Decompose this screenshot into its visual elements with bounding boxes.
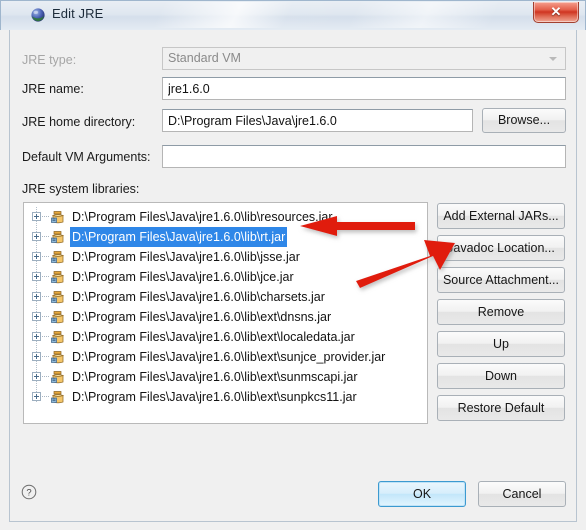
expand-plus-icon[interactable]: [32, 232, 41, 241]
tree-connector: [42, 376, 50, 377]
jre-name-label: JRE name:: [22, 82, 84, 96]
titlebar-glass-reflection: [121, 2, 541, 28]
jre-type-combo[interactable]: Standard VM: [162, 47, 566, 70]
question-mark-icon[interactable]: ?: [21, 484, 37, 500]
close-icon: ✕: [550, 4, 562, 19]
tree-connector: [42, 296, 50, 297]
edit-jre-dialog: Edit JRE ✕ JRE type: Standard VM JRE nam…: [0, 0, 586, 530]
tree-connector: [42, 236, 50, 237]
jre-type-value: Standard VM: [168, 51, 241, 65]
expand-plus-icon[interactable]: [32, 292, 41, 301]
tree-connector: [42, 356, 50, 357]
chevron-down-icon: [549, 57, 557, 61]
close-button[interactable]: ✕: [533, 2, 579, 23]
jar-file-icon: [50, 309, 66, 325]
library-tree-row[interactable]: D:\Program Files\Java\jre1.6.0\lib\ext\s…: [24, 387, 427, 407]
cancel-button[interactable]: Cancel: [478, 481, 566, 507]
expand-plus-icon[interactable]: [32, 212, 41, 221]
jre-home-directory-input[interactable]: [162, 109, 473, 132]
jar-file-icon: [50, 269, 66, 285]
tree-connector: [42, 256, 50, 257]
add-external-jars-button[interactable]: Add External JARs...: [437, 203, 565, 229]
expand-plus-icon[interactable]: [32, 372, 41, 381]
up-button[interactable]: Up: [437, 331, 565, 357]
jar-file-icon: [50, 289, 66, 305]
library-path-label: D:\Program Files\Java\jre1.6.0\lib\ext\s…: [72, 370, 358, 384]
remove-button[interactable]: Remove: [437, 299, 565, 325]
source-attachment-button[interactable]: Source Attachment...: [437, 267, 565, 293]
library-path-label: D:\Program Files\Java\jre1.6.0\lib\jce.j…: [72, 270, 294, 284]
expand-plus-icon[interactable]: [32, 272, 41, 281]
library-path-label: D:\Program Files\Java\jre1.6.0\lib\resou…: [72, 210, 333, 224]
library-tree-row[interactable]: D:\Program Files\Java\jre1.6.0\lib\ext\d…: [24, 307, 427, 327]
library-tree-row[interactable]: D:\Program Files\Java\jre1.6.0\lib\jsse.…: [24, 247, 427, 267]
tree-connector: [42, 396, 50, 397]
jar-file-icon: [50, 389, 66, 405]
library-tree-row[interactable]: D:\Program Files\Java\jre1.6.0\lib\rt.ja…: [24, 227, 427, 247]
jar-file-icon: [50, 369, 66, 385]
library-path-label: D:\Program Files\Java\jre1.6.0\lib\chars…: [72, 290, 325, 304]
library-tree-row[interactable]: D:\Program Files\Java\jre1.6.0\lib\resou…: [24, 207, 427, 227]
library-path-label: D:\Program Files\Java\jre1.6.0\lib\ext\d…: [72, 310, 332, 324]
library-path-label: D:\Program Files\Java\jre1.6.0\lib\jsse.…: [72, 250, 300, 264]
restore-default-button[interactable]: Restore Default: [437, 395, 565, 421]
library-path-label: D:\Program Files\Java\jre1.6.0\lib\rt.ja…: [70, 227, 288, 247]
jar-file-icon: [50, 329, 66, 345]
jar-file-icon: [50, 249, 66, 265]
expand-plus-icon[interactable]: [32, 332, 41, 341]
jar-file-icon: [50, 229, 66, 245]
down-button[interactable]: Down: [437, 363, 565, 389]
jre-type-label: JRE type:: [22, 53, 77, 67]
javadoc-location-button[interactable]: Javadoc Location...: [437, 235, 565, 261]
library-path-label: D:\Program Files\Java\jre1.6.0\lib\ext\s…: [72, 390, 357, 404]
java-duke-icon: [30, 7, 46, 23]
default-vm-arguments-label: Default VM Arguments:: [22, 150, 151, 164]
library-tree-row[interactable]: D:\Program Files\Java\jre1.6.0\lib\ext\l…: [24, 327, 427, 347]
library-tree-row[interactable]: D:\Program Files\Java\jre1.6.0\lib\chars…: [24, 287, 427, 307]
title-bar: Edit JRE ✕: [0, 0, 586, 30]
library-tree-row[interactable]: D:\Program Files\Java\jre1.6.0\lib\jce.j…: [24, 267, 427, 287]
jre-system-libraries-list[interactable]: D:\Program Files\Java\jre1.6.0\lib\resou…: [23, 202, 428, 424]
jre-system-libraries-label: JRE system libraries:: [22, 182, 140, 196]
default-vm-arguments-input[interactable]: [162, 145, 566, 168]
library-tree-row[interactable]: D:\Program Files\Java\jre1.6.0\lib\ext\s…: [24, 367, 427, 387]
tree-connector: [42, 316, 50, 317]
ok-button[interactable]: OK: [378, 481, 466, 507]
library-path-label: D:\Program Files\Java\jre1.6.0\lib\ext\s…: [72, 350, 386, 364]
tree-connector: [42, 336, 50, 337]
jre-home-directory-label: JRE home directory:: [22, 115, 136, 129]
window-title: Edit JRE: [52, 6, 104, 21]
svg-text:?: ?: [26, 488, 31, 499]
expand-plus-icon[interactable]: [32, 352, 41, 361]
jar-file-icon: [50, 349, 66, 365]
tree-connector: [42, 216, 50, 217]
tree-connector: [42, 276, 50, 277]
expand-plus-icon[interactable]: [32, 312, 41, 321]
expand-plus-icon[interactable]: [32, 252, 41, 261]
jar-file-icon: [50, 209, 66, 225]
browse-button[interactable]: Browse...: [482, 108, 566, 133]
expand-plus-icon[interactable]: [32, 392, 41, 401]
library-tree-row[interactable]: D:\Program Files\Java\jre1.6.0\lib\ext\s…: [24, 347, 427, 367]
jre-name-input[interactable]: [162, 77, 566, 100]
library-path-label: D:\Program Files\Java\jre1.6.0\lib\ext\l…: [72, 330, 355, 344]
